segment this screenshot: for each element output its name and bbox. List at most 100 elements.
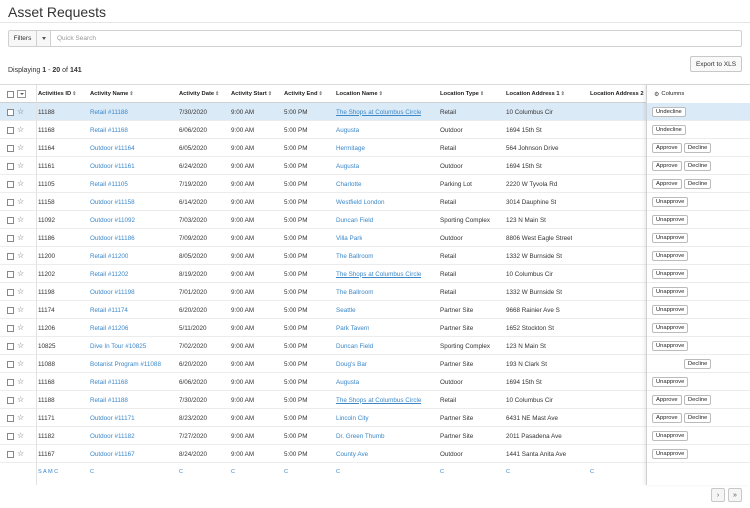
- activity-name-link[interactable]: Retail #11206: [90, 319, 128, 337]
- row-checkbox-cell[interactable]: [7, 373, 14, 391]
- star-icon[interactable]: ☆: [17, 216, 24, 224]
- unapprove-button[interactable]: Unapprove: [652, 287, 689, 297]
- table-row[interactable]: ☆ 11105 Retail #11105 7/19/2020 9:00 AM 5:00 …: [0, 175, 750, 193]
- row-checkbox-cell[interactable]: [7, 409, 14, 427]
- row-checkbox[interactable]: [7, 342, 14, 350]
- sort-icon[interactable]: ⇕: [480, 91, 484, 97]
- activity-name-link[interactable]: Retail #11168: [90, 373, 128, 391]
- row-checkbox[interactable]: [7, 198, 14, 206]
- table-row[interactable]: ☆ 11158 Outdoor #11158 6/14/2020 9:00 AM 5:00…: [0, 193, 750, 211]
- column-header[interactable]: Activity Start ⇕: [231, 85, 272, 103]
- row-checkbox-cell[interactable]: [7, 247, 14, 265]
- activity-name-link[interactable]: Retail #11188: [90, 391, 128, 409]
- location-name-link[interactable]: Westfield London: [336, 193, 385, 211]
- row-checkbox[interactable]: [7, 126, 14, 134]
- activity-name-link[interactable]: Retail #11105: [90, 175, 128, 193]
- location-name-link[interactable]: Augusta: [336, 373, 359, 391]
- row-checkbox-cell[interactable]: [7, 157, 14, 175]
- row-checkbox[interactable]: [7, 144, 14, 152]
- approve-button[interactable]: Approve: [652, 179, 682, 189]
- row-checkbox[interactable]: [7, 270, 14, 278]
- unapprove-button[interactable]: Unapprove: [652, 341, 689, 351]
- decline-button[interactable]: Decline: [684, 359, 712, 369]
- decline-button[interactable]: Decline: [684, 161, 712, 171]
- row-checkbox-cell[interactable]: [7, 193, 14, 211]
- location-name-link[interactable]: Seattle: [336, 301, 356, 319]
- sort-icon[interactable]: ⇕: [72, 91, 76, 97]
- row-favorite-cell[interactable]: ☆: [17, 445, 24, 463]
- approve-button[interactable]: Approve: [652, 143, 682, 153]
- row-checkbox[interactable]: [7, 432, 14, 440]
- star-icon[interactable]: ☆: [17, 108, 24, 116]
- export-xls-button[interactable]: Export to XLS: [690, 56, 742, 72]
- location-name-link[interactable]: Doug's Bar: [336, 355, 367, 373]
- sort-icon[interactable]: ⇕: [319, 91, 323, 97]
- location-name-link[interactable]: The Ballroom: [336, 247, 373, 265]
- row-favorite-cell[interactable]: ☆: [17, 229, 24, 247]
- column-header[interactable]: Activities ID ⇕: [38, 85, 76, 103]
- row-favorite-cell[interactable]: ☆: [17, 355, 24, 373]
- row-checkbox-cell[interactable]: [7, 121, 14, 139]
- activity-name-link[interactable]: Botanist Program #11088: [90, 355, 161, 373]
- row-checkbox[interactable]: [7, 414, 14, 422]
- quick-search-input[interactable]: [51, 31, 741, 46]
- table-row[interactable]: ☆ 11167 Outdoor #11167 8/24/2020 9:00 AM 5:00…: [0, 445, 750, 463]
- table-row[interactable]: ☆ 11164 Outdoor #11164 6/05/2020 9:00 AM 5:00…: [0, 139, 750, 157]
- row-favorite-cell[interactable]: ☆: [17, 121, 24, 139]
- row-favorite-cell[interactable]: ☆: [17, 319, 24, 337]
- location-name-link[interactable]: Duncan Field: [336, 211, 373, 229]
- table-row[interactable]: ☆ 11188 Retail #11188 7/30/2020 9:00 AM 5:00 …: [0, 103, 750, 121]
- row-favorite-cell[interactable]: ☆: [17, 193, 24, 211]
- location-name-link[interactable]: The Ballroom: [336, 283, 373, 301]
- filters-dropdown-button[interactable]: [37, 31, 51, 46]
- row-checkbox-cell[interactable]: [7, 337, 14, 355]
- last-page-button[interactable]: »: [728, 488, 742, 502]
- location-name-link[interactable]: Park Tavern: [336, 319, 369, 337]
- row-favorite-cell[interactable]: ☆: [17, 427, 24, 445]
- activity-name-link[interactable]: Retail #11174: [90, 301, 128, 319]
- activity-name-link[interactable]: Outdoor #11164: [90, 139, 135, 157]
- star-icon[interactable]: ☆: [17, 288, 24, 296]
- location-name-link[interactable]: The Shops at Columbus Circle: [336, 391, 421, 409]
- row-checkbox-cell[interactable]: [7, 175, 14, 193]
- unapprove-button[interactable]: Unapprove: [652, 251, 689, 261]
- unapprove-button[interactable]: Unapprove: [652, 449, 689, 459]
- decline-button[interactable]: Decline: [684, 395, 712, 405]
- star-icon[interactable]: ☆: [17, 144, 24, 152]
- row-checkbox-cell[interactable]: [7, 103, 14, 121]
- table-row[interactable]: ☆ 11198 Outdoor #11198 7/01/2020 9:00 AM 5:00…: [0, 283, 750, 301]
- row-favorite-cell[interactable]: ☆: [17, 103, 24, 121]
- summary-cell[interactable]: C: [284, 463, 288, 481]
- table-row[interactable]: ☆ 11186 Outdoor #11186 7/09/2020 9:00 AM 5:00…: [0, 229, 750, 247]
- column-header[interactable]: Activity Date ⇕: [179, 85, 219, 103]
- location-name-link[interactable]: Dr. Green Thumb: [336, 427, 385, 445]
- row-checkbox[interactable]: [7, 108, 14, 116]
- activity-name-link[interactable]: Retail #11202: [90, 265, 128, 283]
- approve-button[interactable]: Approve: [652, 161, 682, 171]
- table-row[interactable]: ☆ 11161 Outdoor #11161 6/24/2020 9:00 AM 5:00…: [0, 157, 750, 175]
- select-all-checkbox[interactable]: [7, 90, 14, 98]
- table-row[interactable]: ☆ 11182 Outdoor #11182 7/27/2020 9:00 AM 5:00…: [0, 427, 750, 445]
- table-row[interactable]: ☆ 11202 Retail #11202 8/19/2020 9:00 AM 5:00 …: [0, 265, 750, 283]
- row-checkbox-cell[interactable]: [7, 229, 14, 247]
- row-favorite-cell[interactable]: ☆: [17, 175, 24, 193]
- location-name-link[interactable]: County Ave: [336, 445, 368, 463]
- row-checkbox-cell[interactable]: [7, 139, 14, 157]
- star-icon[interactable]: ☆: [17, 360, 24, 368]
- activity-name-link[interactable]: Retail #11200: [90, 247, 128, 265]
- row-checkbox[interactable]: [7, 234, 14, 242]
- row-checkbox-cell[interactable]: [7, 427, 14, 445]
- row-checkbox[interactable]: [7, 216, 14, 224]
- sort-icon[interactable]: ⇕: [129, 91, 133, 97]
- row-checkbox[interactable]: [7, 396, 14, 404]
- star-icon[interactable]: ☆: [17, 198, 24, 206]
- decline-button[interactable]: Decline: [684, 413, 712, 423]
- unapprove-button[interactable]: Unapprove: [652, 215, 689, 225]
- row-favorite-cell[interactable]: ☆: [17, 373, 24, 391]
- table-row[interactable]: ☆ 11088 Botanist Program #11088 6/20/2020 9:…: [0, 355, 750, 373]
- columns-menu-button[interactable]: ⚙ Columns: [654, 85, 684, 103]
- summary-cell[interactable]: C: [590, 463, 594, 481]
- star-icon[interactable]: ☆: [17, 414, 24, 422]
- summary-cell[interactable]: C: [231, 463, 235, 481]
- summary-cell[interactable]: C: [506, 463, 510, 481]
